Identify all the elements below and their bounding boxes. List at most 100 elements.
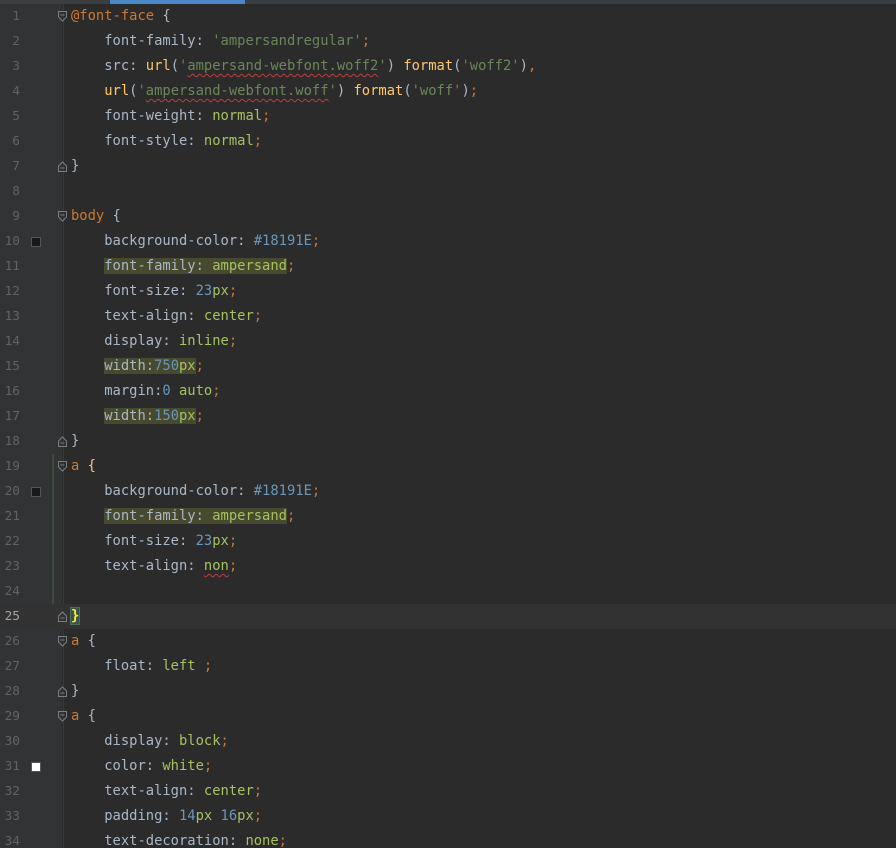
code-line[interactable]: 9 body { bbox=[0, 204, 896, 229]
code-token: padding: bbox=[71, 808, 179, 824]
code-text: display: block; bbox=[71, 729, 229, 754]
code-token: ; bbox=[469, 83, 479, 99]
code-line[interactable]: 3 src: url('ampersand-webfont.woff2') fo… bbox=[0, 54, 896, 79]
line-number: 30 bbox=[4, 734, 20, 749]
code-line[interactable]: 29 a { bbox=[0, 704, 896, 729]
line-number: 27 bbox=[4, 659, 20, 674]
code-text: body { bbox=[71, 204, 121, 229]
fold-open-icon[interactable] bbox=[58, 211, 67, 222]
code-line[interactable]: 4 url('ampersand-webfont.woff') format('… bbox=[0, 79, 896, 104]
code-line[interactable]: 17 width:150px; bbox=[0, 404, 896, 429]
code-token: normal bbox=[203, 133, 254, 149]
code-line[interactable]: 8 bbox=[0, 179, 896, 204]
code-line[interactable]: 23 text-align: non; bbox=[0, 554, 896, 579]
code-text: font-family: ampersand; bbox=[71, 504, 295, 529]
code-line[interactable]: 20 background-color: #18191E; bbox=[0, 479, 896, 504]
code-line[interactable]: 18} bbox=[0, 429, 896, 454]
code-token: non bbox=[203, 558, 229, 574]
code-line[interactable]: 25} bbox=[0, 604, 896, 629]
code-text: width:150px; bbox=[71, 404, 204, 429]
code-text: a { bbox=[71, 629, 96, 654]
code-token: 750 bbox=[154, 358, 179, 374]
code-line[interactable]: 33 padding: 14px 16px; bbox=[0, 804, 896, 829]
code-token: url bbox=[145, 58, 171, 74]
code-line[interactable]: 32 text-align: center; bbox=[0, 779, 896, 804]
code-token: ; bbox=[220, 733, 229, 749]
code-text: width:750px; bbox=[71, 354, 204, 379]
fold-close-icon[interactable] bbox=[58, 161, 67, 172]
code-line[interactable]: 2 font-family: 'ampersandregular'; bbox=[0, 29, 896, 54]
color-swatch-icon[interactable] bbox=[31, 237, 41, 247]
code-token: ; bbox=[361, 33, 371, 49]
line-number: 15 bbox=[4, 359, 20, 374]
code-token: 'woff2' bbox=[461, 58, 520, 74]
code-token: text-decoration: bbox=[71, 833, 246, 848]
code-line[interactable]: 10 background-color: #18191E; bbox=[0, 229, 896, 254]
code-token: left bbox=[162, 658, 196, 674]
code-line[interactable]: 21 font-family: ampersand; bbox=[0, 504, 896, 529]
code-line[interactable]: 1 @font-face { bbox=[0, 4, 896, 29]
code-text: text-decoration: none; bbox=[71, 829, 287, 848]
code-text: display: inline; bbox=[71, 329, 237, 354]
code-line[interactable]: 15 width:750px; bbox=[0, 354, 896, 379]
code-line[interactable]: 27 float: left ; bbox=[0, 654, 896, 679]
color-swatch-icon[interactable] bbox=[31, 487, 41, 497]
code-line[interactable]: 31 color: white; bbox=[0, 754, 896, 779]
code-token: font-family: bbox=[104, 508, 213, 524]
code-line[interactable]: 34 text-decoration: none; bbox=[0, 829, 896, 848]
code-text: text-align: center; bbox=[71, 304, 262, 329]
code-token: format bbox=[353, 83, 404, 99]
line-number: 1 bbox=[12, 9, 20, 24]
code-token: font-weight: bbox=[71, 108, 213, 124]
code-token: ; bbox=[195, 408, 204, 424]
code-line[interactable]: 16 margin:0 auto; bbox=[0, 379, 896, 404]
code-token: px bbox=[179, 408, 196, 424]
fold-close-icon[interactable] bbox=[58, 686, 67, 697]
code-token: px bbox=[237, 808, 254, 824]
code-line[interactable]: 13 text-align: center; bbox=[0, 304, 896, 329]
fold-close-icon[interactable] bbox=[58, 611, 67, 622]
code-text: } bbox=[69, 604, 81, 629]
code-token: ; bbox=[195, 358, 204, 374]
code-line[interactable]: 22 font-size: 23px; bbox=[0, 529, 896, 554]
line-number: 9 bbox=[12, 209, 20, 224]
code-area[interactable]: 1 @font-face {2 font-family: 'ampersandre… bbox=[0, 4, 896, 848]
fold-close-icon[interactable] bbox=[58, 436, 67, 447]
code-line[interactable]: 7} bbox=[0, 154, 896, 179]
code-line[interactable]: 30 display: block; bbox=[0, 729, 896, 754]
line-number: 4 bbox=[12, 84, 20, 99]
line-number: 18 bbox=[4, 434, 20, 449]
code-line[interactable]: 28} bbox=[0, 679, 896, 704]
fold-open-icon[interactable] bbox=[58, 11, 67, 22]
code-token: 'ampersandregular' bbox=[212, 33, 362, 49]
code-line[interactable]: 24 bbox=[0, 579, 896, 604]
code-line[interactable]: 5 font-weight: normal; bbox=[0, 104, 896, 129]
code-token: } bbox=[71, 683, 80, 699]
code-line[interactable]: 6 font-style: normal; bbox=[0, 129, 896, 154]
code-token: ; bbox=[253, 133, 263, 149]
code-line[interactable]: 19 a { bbox=[0, 454, 896, 479]
code-line[interactable]: 11 font-family: ampersand; bbox=[0, 254, 896, 279]
code-line[interactable]: 26 a { bbox=[0, 629, 896, 654]
code-token: ( bbox=[170, 58, 179, 74]
fold-open-icon[interactable] bbox=[58, 636, 67, 647]
code-token: auto bbox=[179, 383, 213, 399]
code-line[interactable]: 14 display: inline; bbox=[0, 329, 896, 354]
fold-open-icon[interactable] bbox=[58, 711, 67, 722]
code-token: 23 bbox=[195, 533, 213, 549]
line-number: 8 bbox=[12, 184, 20, 199]
code-token: { bbox=[79, 708, 96, 724]
color-swatch-icon[interactable] bbox=[31, 762, 41, 772]
code-token: src: bbox=[71, 58, 146, 74]
line-number: 21 bbox=[4, 509, 20, 524]
code-line[interactable]: 12 font-size: 23px; bbox=[0, 279, 896, 304]
code-token: 'woff' bbox=[411, 83, 462, 99]
code-token: ; bbox=[228, 533, 238, 549]
line-number: 16 bbox=[4, 384, 20, 399]
code-token: ; bbox=[228, 283, 238, 299]
code-editor[interactable]: 1 @font-face {2 font-family: 'ampersandre… bbox=[0, 0, 896, 848]
fold-open-icon[interactable] bbox=[58, 461, 67, 472]
code-token: inline bbox=[178, 333, 229, 349]
